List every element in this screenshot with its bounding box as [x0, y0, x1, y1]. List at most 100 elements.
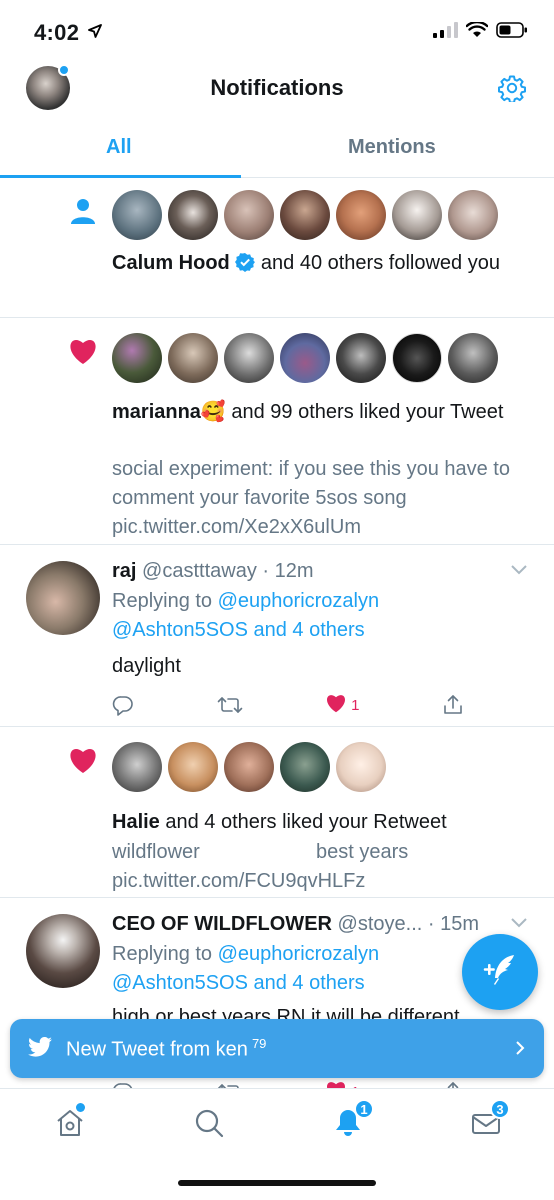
avatar[interactable] [112, 190, 162, 240]
twitter-bird-icon [28, 1036, 52, 1062]
quote-left: wildflower [112, 841, 200, 863]
quote-link: pic.twitter.com/FCU9qvHLFz [112, 870, 366, 892]
liked-tweet-text[interactable]: social experiment: if you see this you h… [112, 455, 524, 542]
actor-name[interactable]: Calum Hood [112, 252, 230, 274]
tweet-time: 12m [274, 560, 314, 582]
search-icon[interactable] [193, 1107, 225, 1144]
avatar[interactable] [336, 742, 386, 792]
toast-message: New Tweet from ken 79 [66, 1036, 266, 1062]
avatar[interactable] [280, 190, 330, 240]
status-time: 4:02 [34, 20, 80, 45]
avatar[interactable] [168, 333, 218, 383]
home-icon[interactable] [54, 1107, 86, 1144]
home-new-indicator [76, 1103, 85, 1112]
status-bar: 4:02 [0, 0, 554, 62]
tweet-author-name[interactable]: CEO OF WILDFLOWER [112, 913, 332, 935]
quote-right: best years [316, 841, 409, 863]
share-icon[interactable] [442, 694, 464, 716]
replying-to-label: Replying to [112, 590, 213, 612]
tweet-author-handle[interactable]: @castttaway [142, 560, 257, 582]
notifications-badge: 1 [354, 1099, 374, 1119]
replying-to-others[interactable]: @Ashton5SOS and 4 others [112, 972, 365, 994]
avatar[interactable] [280, 333, 330, 383]
messages-badge: 3 [490, 1099, 510, 1119]
notification-rest: and 40 others followed you [255, 252, 500, 274]
actor-name[interactable]: Halie [112, 811, 160, 833]
liker-avatars [112, 742, 386, 792]
like-count: 1 [351, 696, 360, 714]
replying-to-others[interactable]: @Ashton5SOS and 4 others [112, 619, 365, 641]
notification-follow[interactable]: Calum Hood and 40 others followed you [0, 178, 554, 318]
avatar[interactable] [392, 333, 442, 383]
avatar[interactable] [336, 333, 386, 383]
home-indicator [178, 1180, 376, 1186]
avatar[interactable] [168, 190, 218, 240]
page-title: Notifications [210, 75, 344, 100]
toast-superscript: 79 [251, 1036, 267, 1051]
avatar[interactable] [224, 190, 274, 240]
avatar[interactable] [224, 333, 274, 383]
replying-to: Replying to @euphoricrozalyn @Ashton5SOS… [112, 587, 524, 645]
status-indicators [432, 20, 528, 43]
chevron-right-icon [514, 1039, 526, 1062]
battery-icon [496, 22, 528, 43]
tab-mentions[interactable]: Mentions [348, 136, 436, 159]
person-icon [68, 196, 98, 231]
top-header: Notifications [0, 62, 554, 118]
notification-text: Halie and 4 others liked your Retweet [112, 808, 524, 837]
tab-all[interactable]: All [106, 136, 132, 159]
avatar[interactable] [224, 742, 274, 792]
notification-tabs: All Mentions [0, 118, 554, 178]
cellular-signal-icon [432, 22, 458, 43]
avatar[interactable] [448, 333, 498, 383]
tweet-actions: 1 [112, 693, 464, 717]
retweet-icon[interactable] [217, 694, 243, 716]
notification-rest: and 99 others liked your Tweet [225, 401, 504, 423]
replying-to-user[interactable]: @euphoricrozalyn [218, 590, 380, 612]
tweet-author-handle[interactable]: @stoye... [338, 913, 423, 935]
verified-badge-icon [235, 252, 256, 281]
avatar[interactable] [280, 742, 330, 792]
chevron-down-icon[interactable] [510, 563, 528, 581]
tweet-author-avatar[interactable] [26, 914, 100, 988]
notification-rest: and 4 others liked your Retweet [159, 811, 447, 833]
replying-to-label: Replying to [112, 943, 213, 965]
tweet-text: daylight [112, 655, 181, 677]
replying-to-user[interactable]: @euphoricrozalyn [218, 943, 380, 965]
chevron-down-icon[interactable] [510, 916, 528, 934]
liker-avatars [112, 333, 498, 383]
tweet-author-name[interactable]: raj [112, 560, 136, 582]
tweet-header: CEO OF WILDFLOWER @stoye... · 15m [112, 910, 524, 939]
heart-icon [68, 337, 98, 370]
tweet-header: raj @castttaway · 12m [112, 557, 524, 586]
liked-retweet-text[interactable]: wildflower best years pic.twitter.com/FCU… [112, 838, 524, 896]
heart-icon [68, 746, 98, 779]
avatar[interactable] [112, 333, 162, 383]
follower-avatars [112, 190, 498, 240]
new-tweet-toast[interactable]: New Tweet from ken 79 [10, 1019, 544, 1078]
settings-gear-icon[interactable] [498, 74, 526, 107]
compose-feather-icon [481, 951, 519, 994]
tweet-time: 15m [440, 913, 480, 935]
location-arrow-icon [88, 24, 102, 43]
separator-dot: · [422, 913, 441, 935]
notification-like[interactable]: Halie and 4 others liked your Retweet wi… [0, 727, 554, 898]
avatar[interactable] [392, 190, 442, 240]
avatar[interactable] [168, 742, 218, 792]
reply-icon[interactable] [112, 694, 134, 716]
avatar[interactable] [448, 190, 498, 240]
notification-text-main: marianna🥰 and 99 others liked your Tweet [112, 398, 524, 427]
notification-text: Calum Hood and 40 others followed you [112, 249, 524, 281]
like-button[interactable]: 1 [325, 693, 359, 717]
compose-tweet-button[interactable] [462, 934, 538, 1010]
wifi-icon [465, 20, 489, 43]
reply-tweet[interactable]: raj @castttaway · 12m Replying to @eupho… [0, 545, 554, 727]
avatar[interactable] [336, 190, 386, 240]
avatar[interactable] [112, 742, 162, 792]
tweet-author-avatar[interactable] [26, 561, 100, 635]
toast-text: New Tweet from ken [66, 1038, 248, 1061]
actor-name[interactable]: marianna🥰 [112, 401, 226, 423]
heart-filled-icon [325, 693, 347, 717]
notification-like[interactable]: marianna🥰 and 99 others liked your Tweet… [0, 318, 554, 545]
separator-dot: · [256, 560, 275, 582]
